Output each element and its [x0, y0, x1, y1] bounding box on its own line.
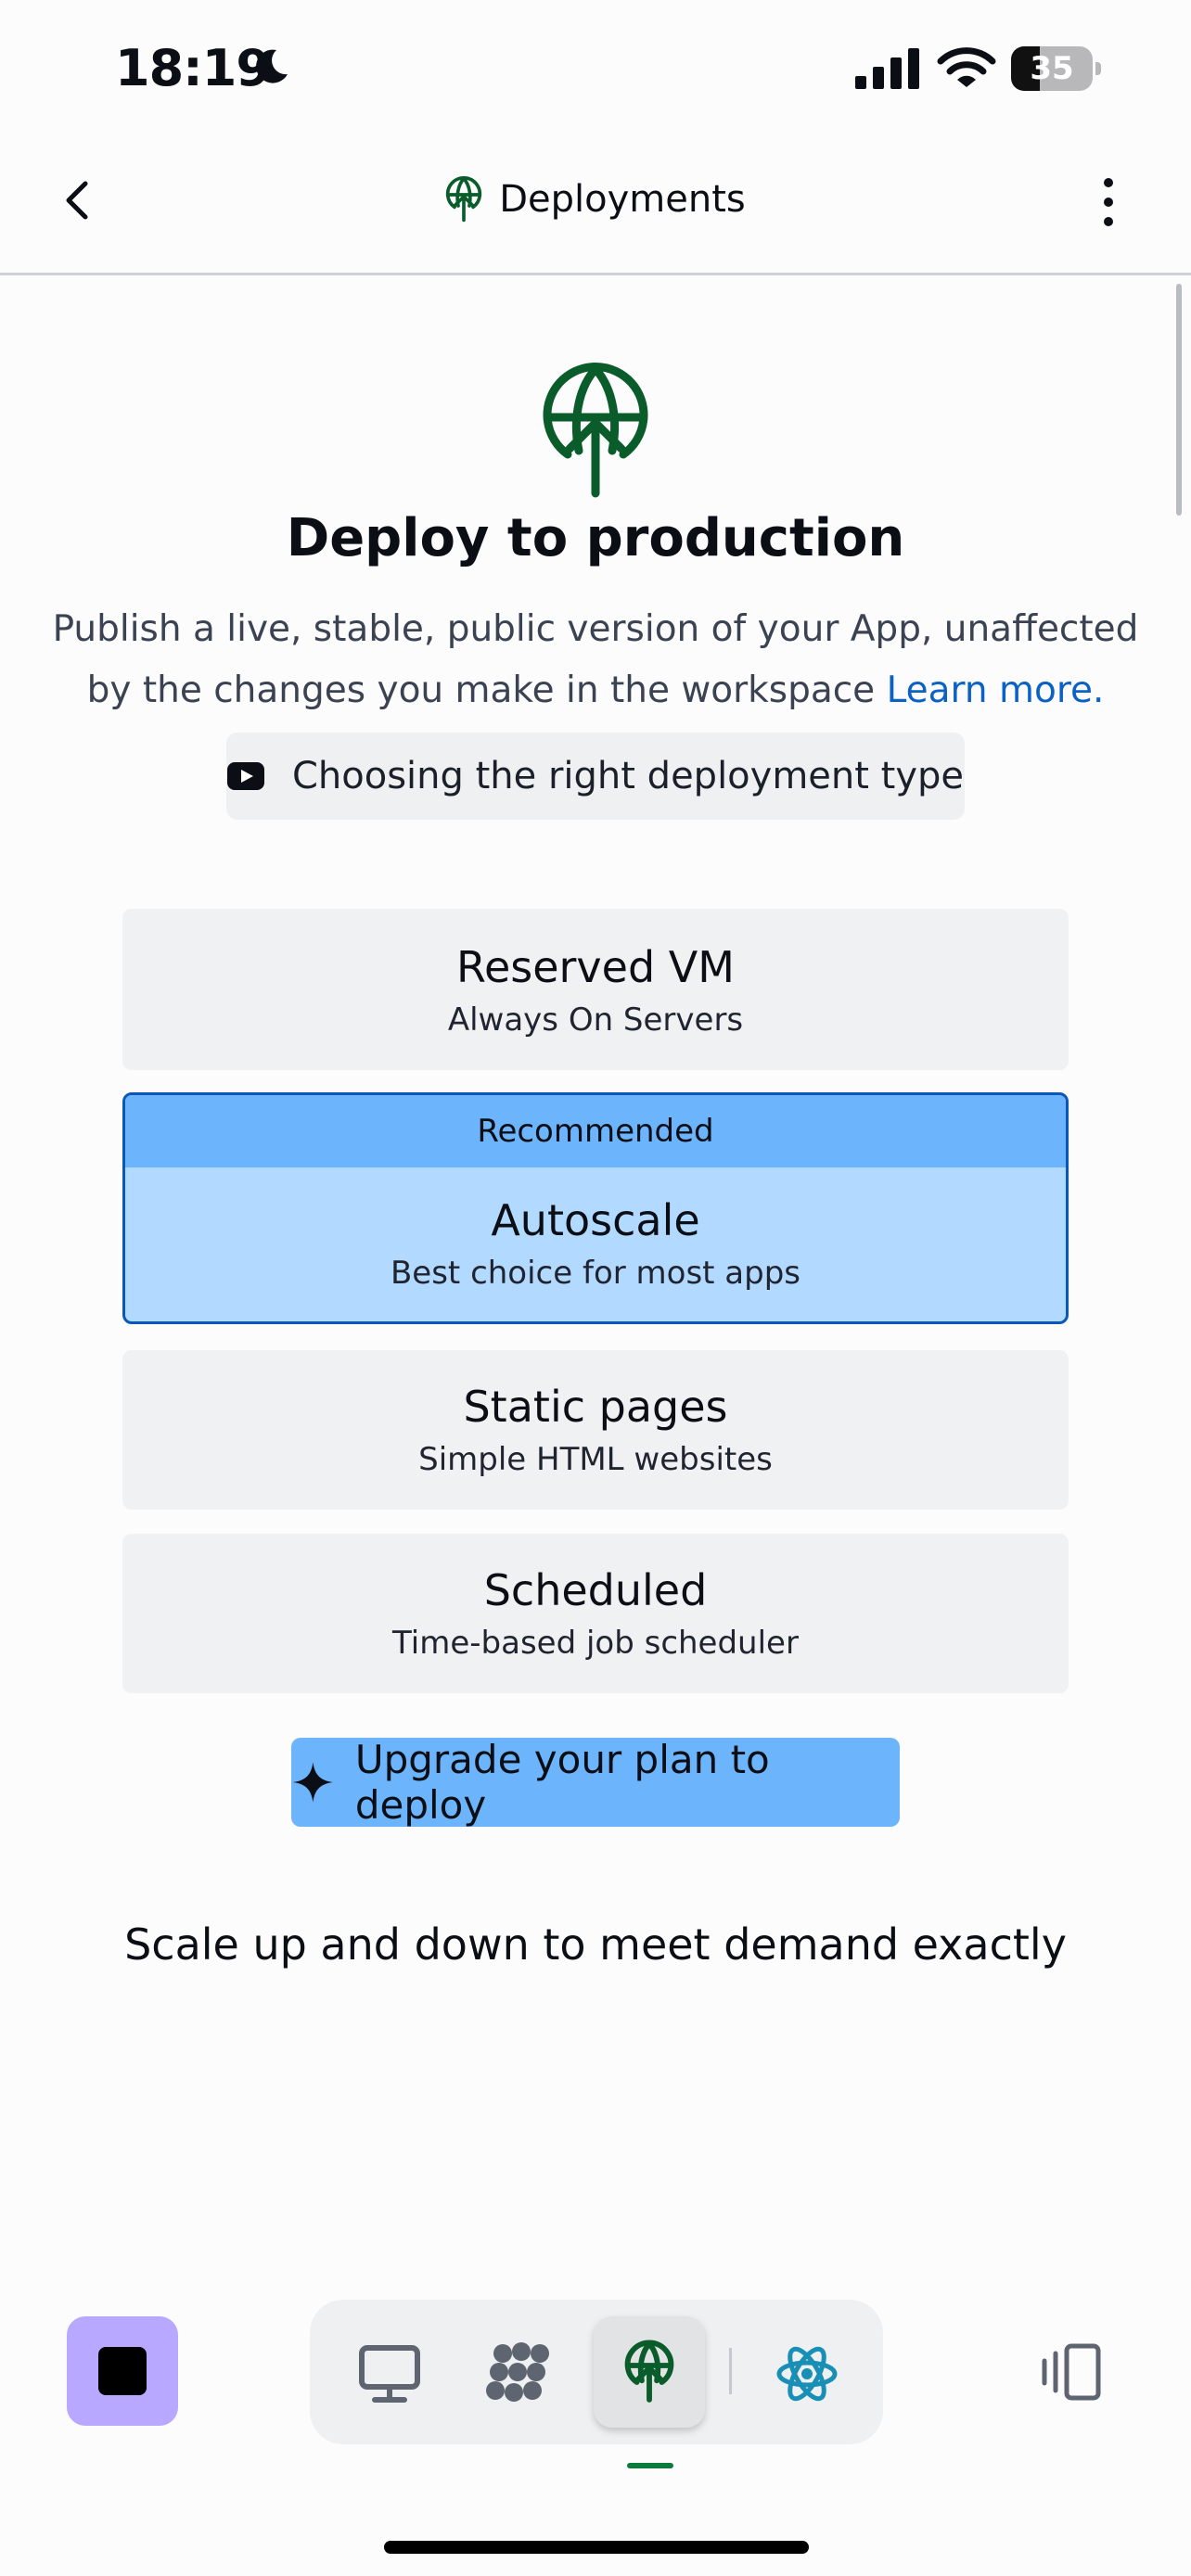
battery-level: 35 [1030, 50, 1074, 87]
option-subtitle: Best choice for most apps [390, 1255, 801, 1292]
option-title: Scheduled [483, 1565, 708, 1615]
option-subtitle: Always On Servers [447, 1001, 744, 1039]
deployments-tab[interactable] [594, 2316, 705, 2428]
react-tab[interactable] [751, 2316, 863, 2428]
dock-separator [729, 2348, 732, 2394]
option-title: Static pages [463, 1382, 728, 1432]
home-indicator [384, 2541, 809, 2554]
option-title: Reserved VM [456, 942, 735, 992]
recommended-badge: Recommended [125, 1095, 1066, 1167]
cellular-signal-icon [855, 48, 919, 89]
react-icon [776, 2346, 838, 2402]
upgrade-plan-button[interactable]: Upgrade your plan to deploy [291, 1737, 900, 1828]
status-time: 18:19 [115, 39, 271, 97]
deploy-globe-icon [624, 2340, 674, 2403]
workspace-grid-tab[interactable] [462, 2316, 573, 2428]
battery-icon: 35 [1011, 46, 1101, 91]
stop-icon [98, 2347, 147, 2395]
stop-button[interactable] [67, 2316, 178, 2426]
deployment-option-autoscale[interactable]: Recommended Autoscale Best choice for mo… [122, 1092, 1069, 1324]
option-title: Autoscale [491, 1195, 700, 1245]
moon-icon [256, 49, 288, 83]
more-vertical-icon[interactable] [1093, 174, 1124, 230]
learn-more-link[interactable]: Learn more. [887, 670, 1105, 711]
deployment-option-reserved-vm[interactable]: Reserved VM Always On Servers [122, 909, 1069, 1070]
deployment-type-video-button[interactable]: Choosing the right deployment type [226, 733, 965, 820]
page-title-group: Deployments [0, 176, 1191, 223]
youtube-icon [226, 762, 264, 790]
autoscale-tagline: Scale up and down to meet demand exactly [124, 1919, 1067, 1970]
hero-description: Publish a live, stable, public version o… [37, 599, 1154, 721]
option-subtitle: Simple HTML websites [418, 1441, 773, 1478]
deploy-globe-icon [446, 176, 482, 223]
panels-icon[interactable] [1031, 2340, 1106, 2404]
active-tab-indicator [627, 2463, 673, 2468]
sparkle-icon [292, 1762, 333, 1803]
video-button-label: Choosing the right deployment type [291, 755, 965, 797]
hero-title: Deploy to production [286, 508, 905, 568]
upgrade-button-label: Upgrade your plan to deploy [354, 1737, 770, 1828]
option-subtitle: Time-based job scheduler [392, 1625, 799, 1662]
deploy-globe-hero-icon [543, 363, 648, 498]
scrollbar[interactable] [1176, 284, 1182, 516]
bottom-tool-dock [310, 2300, 883, 2444]
wifi-icon [937, 47, 996, 87]
webview-icon [359, 2345, 420, 2403]
webview-tab[interactable] [334, 2316, 445, 2428]
workspace-grid-icon [486, 2342, 549, 2402]
deployment-option-static-pages[interactable]: Static pages Simple HTML websites [122, 1350, 1069, 1510]
page-title: Deployments [499, 178, 746, 221]
deployment-option-scheduled[interactable]: Scheduled Time-based job scheduler [122, 1534, 1069, 1693]
